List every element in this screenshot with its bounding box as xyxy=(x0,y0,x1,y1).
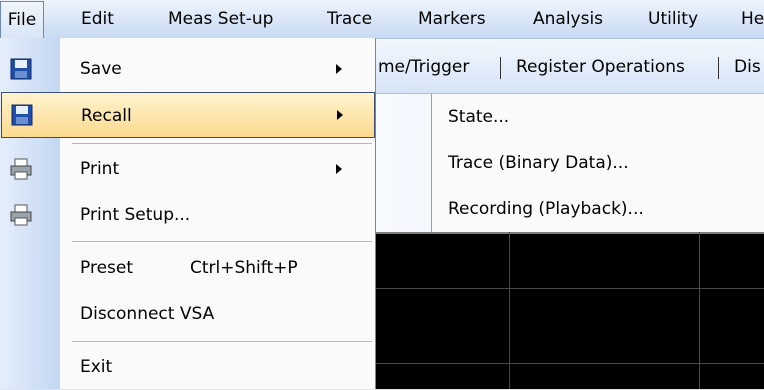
tab-register-operations[interactable]: Register Operations xyxy=(516,39,685,93)
menu-item-label: Exit xyxy=(80,357,113,377)
menu-analysis[interactable]: Analysis xyxy=(533,0,603,38)
menu-item-print-setup[interactable]: Print Setup... xyxy=(0,192,375,238)
menu-item-save[interactable]: Save xyxy=(0,46,375,92)
submenu-item-label: State... xyxy=(448,107,510,127)
printer-icon xyxy=(9,203,33,227)
printer-icon xyxy=(9,157,33,181)
menu-item-label: Save xyxy=(80,59,122,79)
menu-edit[interactable]: Edit xyxy=(81,0,114,38)
submenu-item-label: Recording (Playback)... xyxy=(448,199,644,219)
menu-item-label: Disconnect VSA xyxy=(80,304,215,324)
menu-markers[interactable]: Markers xyxy=(418,0,486,38)
menu-separator xyxy=(72,143,372,144)
menu-item-shortcut: Ctrl+Shift+P xyxy=(190,258,298,278)
tab-display[interactable]: Dis xyxy=(734,39,761,93)
menu-item-exit[interactable]: Exit xyxy=(0,344,375,390)
tab-time-trigger[interactable]: me/Trigger xyxy=(378,39,469,93)
menu-item-label: Preset xyxy=(80,258,134,278)
measurement-display xyxy=(375,232,764,389)
grid-line xyxy=(509,232,510,389)
menu-separator xyxy=(72,341,372,342)
submenu-item-recording-playback[interactable]: Recording (Playback)... xyxy=(432,186,764,232)
menu-bar: File Edit Meas Set-up Trace Markers Anal… xyxy=(0,0,764,39)
menu-item-label: Recall xyxy=(81,106,132,126)
menu-item-disconnect-vsa[interactable]: Disconnect VSA xyxy=(0,291,375,337)
submenu-arrow-icon xyxy=(337,110,343,120)
submenu-arrow-icon xyxy=(336,64,342,74)
grid-line xyxy=(375,288,764,289)
menu-separator xyxy=(72,241,372,242)
toolbar: me/Trigger Register Operations Dis xyxy=(375,39,764,94)
submenu-item-trace-binary[interactable]: Trace (Binary Data)... xyxy=(432,140,764,186)
submenu-arrow-icon xyxy=(336,164,342,174)
floppy-disk-icon xyxy=(9,57,33,81)
submenu-item-state[interactable]: State... xyxy=(432,94,764,140)
file-menu-dropdown: Save Recall Print Print Setup... Preset … xyxy=(0,38,376,389)
grid-line xyxy=(375,363,764,364)
submenu-item-label: Trace (Binary Data)... xyxy=(448,153,629,173)
recall-submenu: State... Trace (Binary Data)... Recordin… xyxy=(431,94,764,232)
toolbar-separator xyxy=(500,57,501,79)
menu-file[interactable]: File xyxy=(0,1,44,39)
menu-meas-setup[interactable]: Meas Set-up xyxy=(168,0,273,38)
grid-line xyxy=(699,232,700,389)
menu-item-print[interactable]: Print xyxy=(0,146,375,192)
menu-help[interactable]: He xyxy=(741,0,764,38)
menu-trace[interactable]: Trace xyxy=(327,0,372,38)
menu-item-label: Print Setup... xyxy=(80,205,191,225)
floppy-disk-icon xyxy=(10,103,34,127)
menu-item-label: Print xyxy=(80,159,120,179)
menu-utility[interactable]: Utility xyxy=(648,0,698,38)
toolbar-separator xyxy=(718,57,719,79)
display-border xyxy=(375,232,764,234)
menu-item-recall[interactable]: Recall xyxy=(1,92,375,138)
menu-item-preset[interactable]: Preset Ctrl+Shift+P xyxy=(0,245,375,291)
